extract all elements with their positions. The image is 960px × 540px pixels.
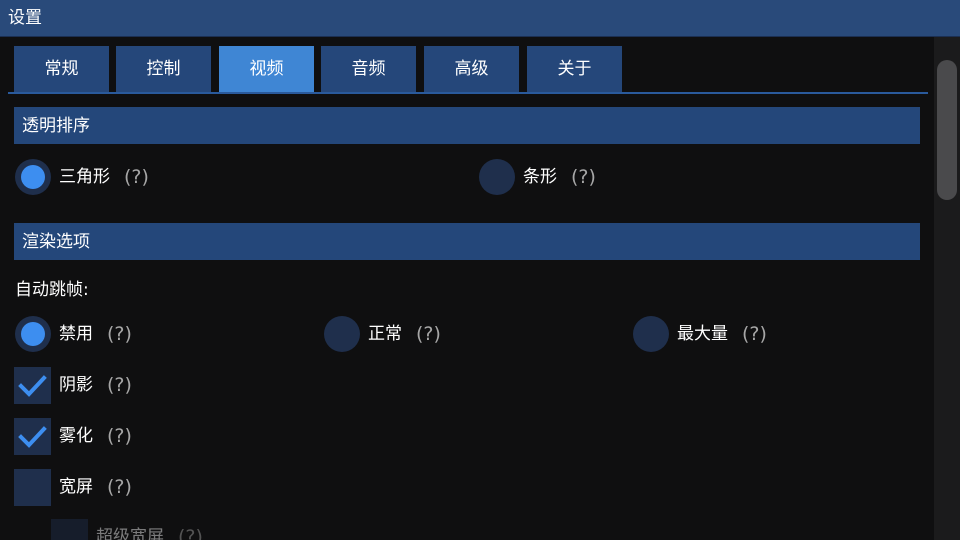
checkmark-icon [18, 374, 47, 397]
help-button[interactable]: (?) [178, 527, 203, 540]
window-title: 设置 [8, 8, 42, 28]
section-header-render-options: 渲染选项 [14, 223, 920, 260]
radio-button[interactable] [324, 316, 360, 352]
option-label: 宽屏 [59, 477, 93, 497]
settings-content: 常规 控制 视频 音频 高级 关于 透明排序 三角形 (?) 条形 (?) 渲染… [0, 37, 934, 540]
checkbox[interactable] [14, 468, 51, 506]
radio-button[interactable] [15, 159, 51, 195]
help-button[interactable]: (?) [571, 167, 596, 187]
tab-about[interactable]: 关于 [527, 46, 622, 92]
checkbox-option-fog[interactable]: 雾化 (?) [14, 417, 132, 455]
tab-video[interactable]: 视频 [219, 46, 314, 92]
section-header-transparency: 透明排序 [14, 107, 920, 144]
option-label: 阴影 [59, 375, 93, 395]
checkbox[interactable] [51, 518, 88, 540]
help-button[interactable]: (?) [416, 324, 441, 344]
help-button[interactable]: (?) [124, 167, 149, 187]
option-label: 禁用 [59, 324, 93, 344]
checkbox-option-shadows[interactable]: 阴影 (?) [14, 366, 132, 404]
help-button[interactable]: (?) [742, 324, 767, 344]
tab-general[interactable]: 常规 [14, 46, 109, 92]
option-label: 最大量 [677, 324, 728, 344]
radio-option-strip[interactable]: 条形 (?) [479, 159, 596, 195]
settings-window: 设置 常规 控制 视频 音频 高级 关于 透明排序 三角形 (?) 条形 (?)… [0, 0, 960, 540]
help-button[interactable]: (?) [107, 375, 132, 395]
radio-option-frameskip-normal[interactable]: 正常 (?) [324, 316, 441, 352]
section-title: 透明排序 [22, 116, 90, 136]
radio-option-frameskip-off[interactable]: 禁用 (?) [15, 316, 132, 352]
title-bar: 设置 [0, 0, 960, 37]
radio-button[interactable] [633, 316, 669, 352]
checkbox[interactable] [14, 417, 51, 455]
scrollbar-thumb[interactable] [937, 60, 957, 200]
checkbox-option-widescreen[interactable]: 宽屏 (?) [14, 468, 132, 506]
tab-underline [8, 92, 928, 94]
radio-button[interactable] [479, 159, 515, 195]
checkmark-icon [18, 425, 47, 448]
help-button[interactable]: (?) [107, 324, 132, 344]
radio-option-triangle[interactable]: 三角形 (?) [15, 159, 149, 195]
tab-audio[interactable]: 音频 [321, 46, 416, 92]
auto-frameskip-label: 自动跳帧: [15, 280, 89, 300]
tab-advanced[interactable]: 高级 [424, 46, 519, 92]
radio-button[interactable] [15, 316, 51, 352]
option-label: 三角形 [59, 167, 110, 187]
option-label: 超级宽屏 [96, 527, 164, 540]
section-title: 渲染选项 [22, 232, 90, 252]
option-label: 正常 [368, 324, 402, 344]
option-label: 条形 [523, 167, 557, 187]
help-button[interactable]: (?) [107, 477, 132, 497]
checkbox[interactable] [14, 366, 51, 404]
option-label: 雾化 [59, 426, 93, 446]
tab-controls[interactable]: 控制 [116, 46, 211, 92]
radio-option-frameskip-max[interactable]: 最大量 (?) [633, 316, 767, 352]
checkbox-option-super-widescreen[interactable]: 超级宽屏 (?) [51, 518, 203, 540]
vertical-scrollbar[interactable] [934, 37, 960, 540]
help-button[interactable]: (?) [107, 426, 132, 446]
